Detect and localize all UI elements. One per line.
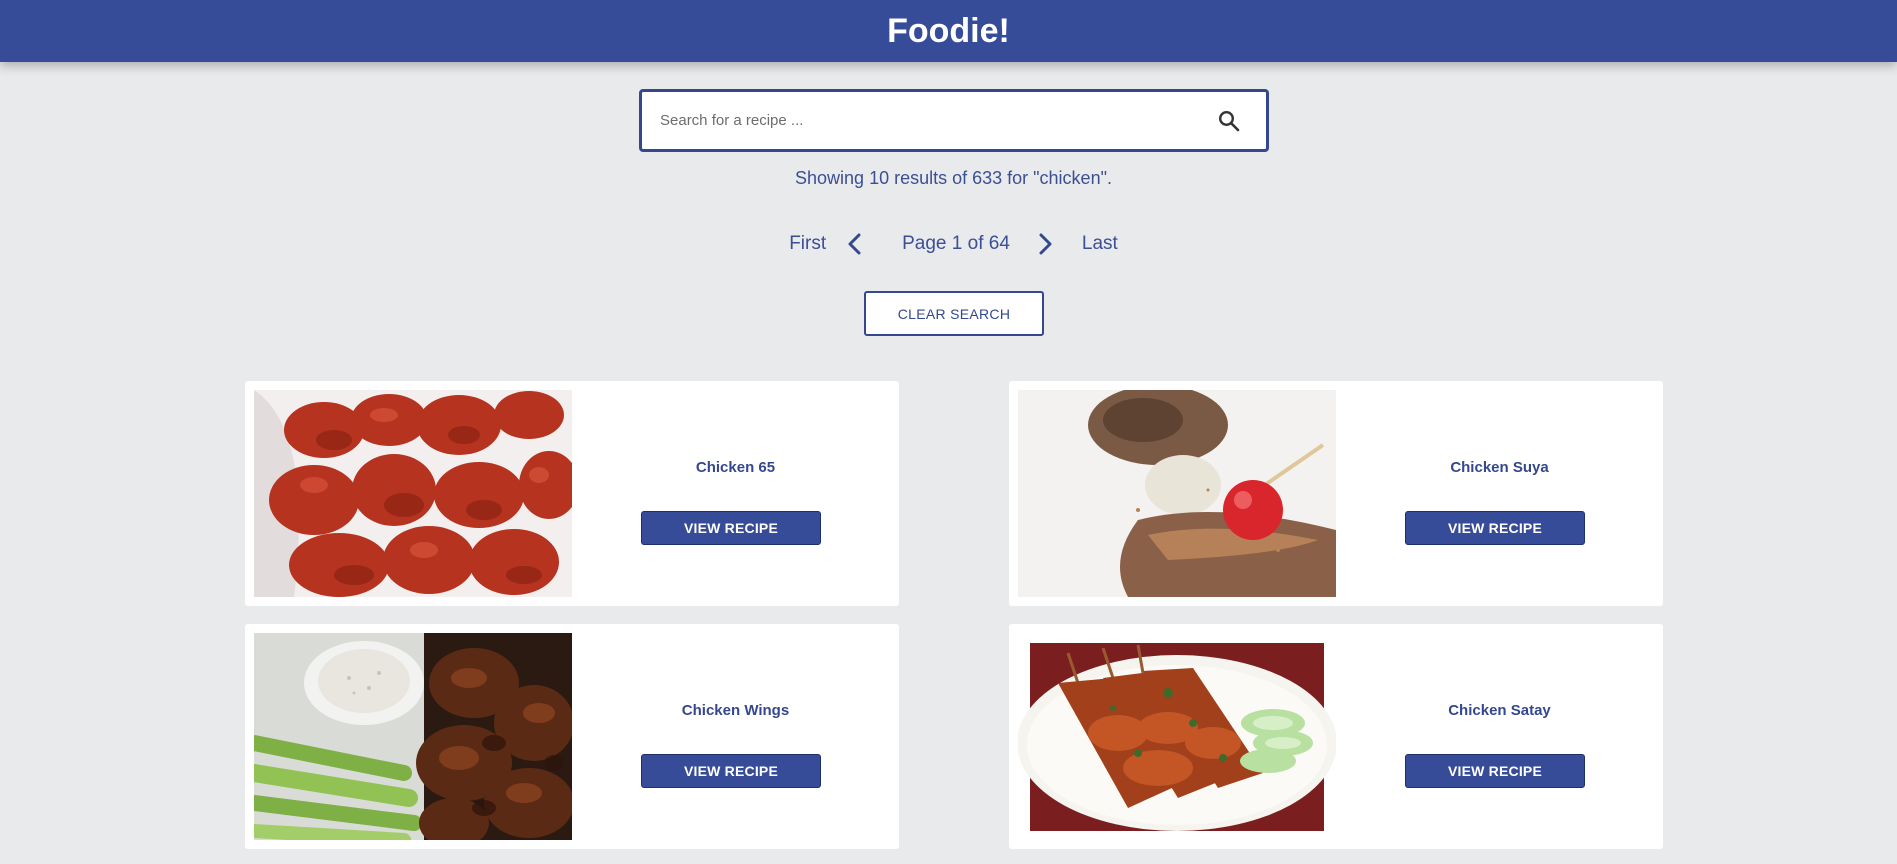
search-bar — [639, 89, 1269, 152]
view-recipe-button[interactable]: VIEW RECIPE — [641, 511, 821, 545]
recipe-title: Chicken Wings — [681, 702, 790, 719]
search-icon — [1218, 110, 1240, 131]
recipe-image — [1018, 633, 1336, 840]
recipe-title: Chicken 65 — [695, 459, 776, 476]
search-button[interactable] — [1192, 92, 1266, 149]
recipe-image — [254, 390, 572, 597]
pagination: First Page 1 of 64 Last — [0, 232, 1897, 256]
results-summary: Showing 10 results of 633 for "chicken". — [795, 168, 1112, 188]
search-input[interactable] — [642, 92, 1192, 149]
recipe-image — [254, 633, 572, 840]
recipe-image — [1018, 390, 1336, 597]
previous-page-button[interactable] — [846, 232, 864, 256]
chevron-left-icon — [848, 233, 861, 255]
last-page-link[interactable]: Last — [1082, 233, 1118, 255]
top-bar: Foodie! — [0, 0, 1897, 62]
app-title: Foodie! — [887, 11, 1010, 50]
recipe-card: Chicken Wings VIEW RECIPE — [245, 624, 899, 849]
chevron-right-icon — [1039, 233, 1052, 255]
next-page-button[interactable] — [1036, 232, 1054, 256]
recipe-title: Chicken Satay — [1448, 702, 1551, 719]
first-page-link[interactable]: First — [789, 233, 826, 255]
recipe-card: Chicken Satay VIEW RECIPE — [1009, 624, 1663, 849]
recipe-title: Chicken Suya — [1450, 459, 1549, 476]
view-recipe-button[interactable]: VIEW RECIPE — [641, 754, 821, 788]
clear-search-button[interactable]: CLEAR SEARCH — [864, 291, 1044, 336]
page-indicator: Page 1 of 64 — [902, 233, 1010, 254]
recipe-card: Chicken Suya VIEW RECIPE — [1009, 381, 1663, 606]
view-recipe-button[interactable]: VIEW RECIPE — [1405, 754, 1585, 788]
view-recipe-button[interactable]: VIEW RECIPE — [1405, 511, 1585, 545]
recipe-card: Chicken 65 VIEW RECIPE — [245, 381, 899, 606]
